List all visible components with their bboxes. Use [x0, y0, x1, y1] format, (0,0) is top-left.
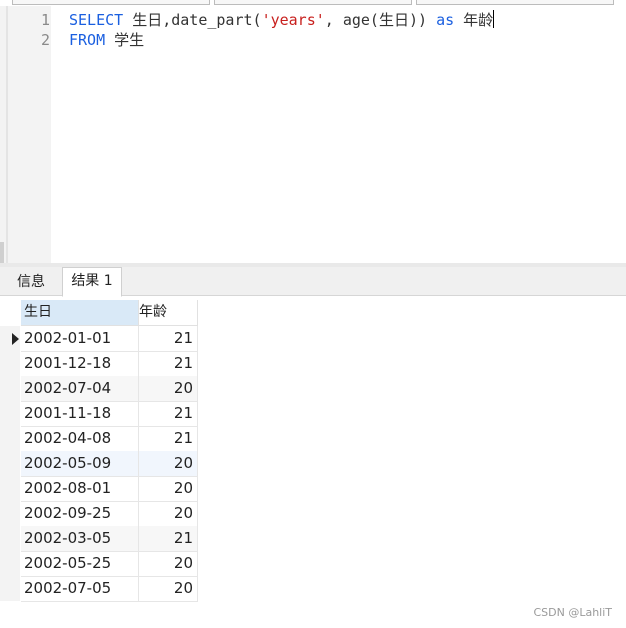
- cell-birthday[interactable]: 2002-05-09: [21, 451, 139, 477]
- watermark: CSDN @LahliT: [533, 606, 612, 619]
- row-indicator[interactable]: [0, 351, 20, 376]
- cell-birthday[interactable]: 2002-05-25: [21, 551, 139, 577]
- table-row[interactable]: 2002-05-25 20: [0, 551, 200, 577]
- code-line-2[interactable]: FROM 学生: [69, 30, 144, 50]
- cell-birthday[interactable]: 2002-03-05: [21, 526, 139, 552]
- cell-birthday[interactable]: 2002-07-04: [21, 376, 139, 402]
- sql-keyword: SELECT: [69, 11, 124, 29]
- row-indicator[interactable]: [0, 501, 20, 526]
- table-row[interactable]: 2002-07-04 20: [0, 376, 200, 402]
- sql-keyword: FROM: [69, 31, 106, 49]
- cell-age[interactable]: 21: [139, 326, 198, 352]
- result-tabs: 信息 结果 1: [0, 267, 626, 297]
- toolbar-segment: [214, 0, 412, 5]
- line-number-gutter: 1 2: [0, 6, 51, 263]
- cell-birthday[interactable]: 2001-11-18: [21, 401, 139, 427]
- table-row[interactable]: 2002-05-09 20: [0, 451, 200, 477]
- table-row[interactable]: 2002-08-01 20: [0, 476, 200, 502]
- current-row-arrow-icon: [12, 333, 19, 345]
- cell-age[interactable]: 20: [139, 501, 198, 527]
- sql-text: 学生: [105, 31, 145, 49]
- tab-result-1[interactable]: 结果 1: [62, 267, 122, 297]
- sql-string: 'years': [261, 11, 325, 29]
- table-row[interactable]: 2001-12-18 21: [0, 351, 200, 377]
- row-indicator[interactable]: [0, 451, 20, 476]
- row-indicator[interactable]: [0, 476, 20, 501]
- table-row[interactable]: 2002-07-05 20: [0, 576, 200, 602]
- sql-text: 年龄: [454, 11, 494, 29]
- column-header-age[interactable]: 年龄: [139, 300, 198, 326]
- sql-text: , age(生日)): [324, 11, 437, 29]
- cell-age[interactable]: 20: [139, 551, 198, 577]
- table-row[interactable]: 2002-01-01 21: [0, 326, 200, 352]
- cell-age[interactable]: 20: [139, 376, 198, 402]
- sql-editor[interactable]: 1 2 SELECT 生日,date_part('years', age(生日)…: [0, 6, 626, 263]
- cell-birthday[interactable]: 2002-07-05: [21, 576, 139, 602]
- row-indicator[interactable]: [0, 326, 20, 351]
- cell-birthday[interactable]: 2002-09-25: [21, 501, 139, 527]
- table-row[interactable]: 2002-03-05 21: [0, 526, 200, 552]
- row-indicator[interactable]: [0, 576, 20, 601]
- text-caret: [493, 10, 495, 28]
- code-line-1[interactable]: SELECT 生日,date_part('years', age(生日)) as…: [69, 10, 495, 30]
- cell-birthday[interactable]: 2002-04-08: [21, 426, 139, 452]
- cell-age[interactable]: 20: [139, 576, 198, 602]
- row-indicator[interactable]: [0, 551, 20, 576]
- splitter-handle[interactable]: [0, 242, 4, 264]
- cell-age[interactable]: 21: [139, 401, 198, 427]
- table-row[interactable]: 2002-09-25 20: [0, 501, 200, 527]
- column-header-birthday[interactable]: 生日: [21, 300, 139, 326]
- cell-age[interactable]: 21: [139, 351, 198, 377]
- row-indicator[interactable]: [0, 401, 20, 426]
- toolbar-segment: [416, 0, 614, 5]
- cell-age[interactable]: 21: [139, 526, 198, 552]
- sql-keyword: as: [436, 11, 455, 29]
- cell-birthday[interactable]: 2001-12-18: [21, 351, 139, 377]
- table-row[interactable]: 2002-04-08 21: [0, 426, 200, 452]
- tab-info[interactable]: 信息: [8, 269, 54, 295]
- sql-text: 生日,date_part(: [123, 11, 262, 29]
- line-number: 2: [40, 31, 50, 49]
- row-indicator[interactable]: [0, 376, 20, 401]
- cell-age[interactable]: 20: [139, 451, 198, 477]
- row-indicator[interactable]: [0, 426, 20, 451]
- row-indicator[interactable]: [0, 526, 20, 551]
- table-row[interactable]: 2001-11-18 21: [0, 401, 200, 427]
- cell-age[interactable]: 20: [139, 476, 198, 502]
- toolbar-segment: [12, 0, 210, 5]
- cell-age[interactable]: 21: [139, 426, 198, 452]
- cell-birthday[interactable]: 2002-08-01: [21, 476, 139, 502]
- cell-birthday[interactable]: 2002-01-01: [21, 326, 139, 352]
- line-number: 1: [40, 11, 50, 29]
